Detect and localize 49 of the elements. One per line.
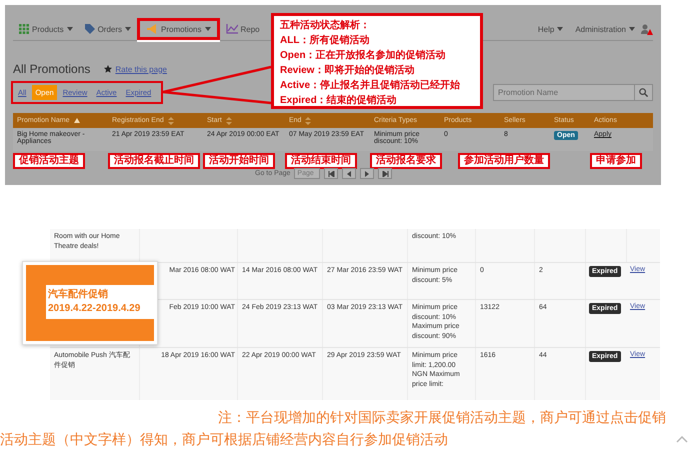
pagination-button[interactable] (378, 168, 392, 179)
grid-icon (19, 24, 29, 34)
nav-tab[interactable]: Orders (78, 18, 138, 40)
caret-icon (125, 27, 132, 31)
last-page-icon (382, 170, 389, 176)
annotation-label: 活动报名截止时间 (108, 153, 200, 169)
search-icon (639, 88, 648, 97)
callout-line: Review：即将开始的促销活动 (280, 64, 416, 77)
sort-up-icon (74, 118, 80, 123)
callout-line: Open：正在开放报名参加的促销活动 (280, 49, 447, 62)
first-page-icon (328, 170, 335, 176)
user-warning-icon (641, 24, 653, 34)
caret-icon (557, 27, 564, 31)
sort-icon (305, 116, 312, 124)
pagination-button[interactable] (342, 168, 356, 179)
sort-icon (226, 116, 232, 124)
nav-tab[interactable]: Promotions (137, 18, 220, 40)
caret-icon (629, 27, 635, 31)
annotation-label: 促销活动主题 (13, 153, 85, 169)
callout-line: Expired：结束的促销活动 (280, 94, 398, 107)
annotation-label: 申请参加 (590, 153, 642, 169)
banner-dates: 2019.4.22-2019.4.29 (48, 302, 142, 316)
caret-icon (66, 27, 73, 31)
search-field[interactable]: Promotion Name (493, 84, 635, 101)
caret-icon (204, 27, 210, 31)
nav-menu[interactable]: Help (532, 18, 570, 40)
note-text: 注：平台现增加的针对国际卖家开展促销活动主题，商户可通过点击促销活动主题（中文字样）得知，商户可根据店铺经营内容自行参加促销活动 (0, 408, 667, 449)
megaphone-icon (146, 24, 158, 34)
chart-icon (226, 24, 238, 34)
nav-tab[interactable]: Products (13, 18, 79, 40)
annotation-label: 活动结束时间 (285, 153, 357, 169)
tag-icon (84, 24, 95, 34)
search-button[interactable] (635, 84, 653, 101)
callout-title: 五种活动状态解析： (280, 19, 371, 32)
pagination-button[interactable] (324, 168, 338, 179)
next-icon (364, 170, 371, 176)
annotation-label: 活动报名要求 (370, 153, 442, 169)
pagination-button[interactable] (360, 168, 374, 179)
nav-menu[interactable]: Administration (569, 18, 641, 40)
nav-tab[interactable]: Repo (220, 18, 260, 40)
sort-icon (168, 116, 174, 124)
callout-line: Active：停止报名并且促销活动已经开始 (280, 79, 462, 92)
rate-link[interactable]: Rate this page (115, 64, 167, 74)
annotation-label: 活动开始时间 (203, 153, 275, 169)
banner-title: 汽车配件促销 (48, 288, 109, 302)
callout-line: ALL：所有促销活动 (280, 34, 370, 47)
star-icon (104, 65, 112, 73)
annotation-label: 参加活动用户数量 (458, 153, 550, 169)
page-title: All Promotions (13, 62, 90, 76)
